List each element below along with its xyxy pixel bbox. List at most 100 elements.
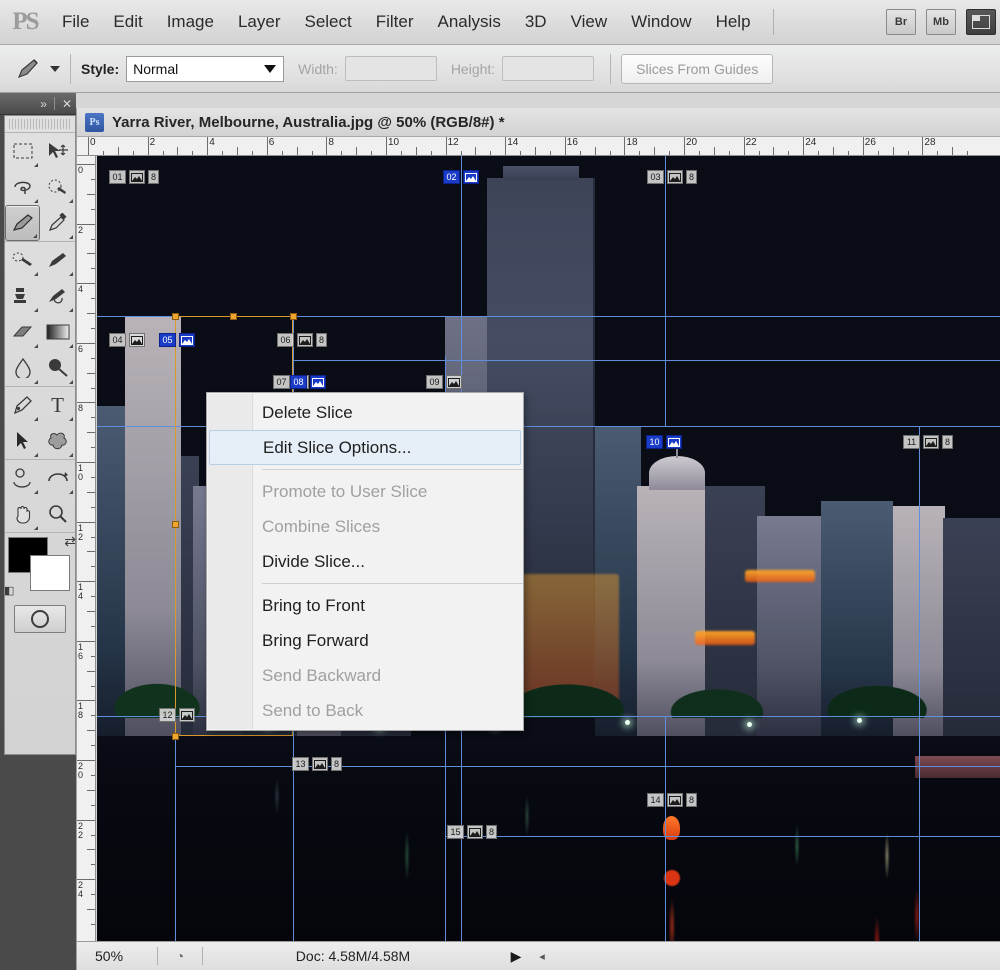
edit-in-quick-mask-mode-button[interactable] [14, 605, 66, 633]
hand-tool[interactable] [5, 496, 40, 532]
lasso-tool[interactable] [5, 169, 40, 205]
collapse-panel-icon[interactable]: » [40, 98, 47, 110]
eyedropper-tool[interactable] [40, 205, 75, 241]
ruler-minor-tick [296, 147, 298, 155]
slice-guide[interactable] [665, 716, 666, 950]
ruler-minor-tick [87, 313, 95, 314]
style-select[interactable]: Normal [126, 55, 285, 82]
menu-select[interactable]: Select [292, 9, 363, 35]
slice-guide[interactable] [665, 156, 666, 426]
slice-badge[interactable]: 10 [646, 435, 682, 449]
menu-edit[interactable]: Edit [101, 9, 154, 35]
slice-guide[interactable] [919, 426, 920, 946]
slice-link-badge: 8 [148, 170, 159, 184]
ruler-minor-tick [91, 536, 95, 538]
clone-stamp-tool[interactable] [5, 278, 40, 314]
tools-panel: » ✕ T ⇄ ◧ [0, 93, 76, 970]
slice-badge[interactable]: 14 8 [647, 793, 697, 807]
slice-guide[interactable] [293, 360, 1000, 361]
custom-shape-tool[interactable] [40, 423, 75, 459]
slice-handle-tl[interactable] [172, 313, 179, 320]
slice-number-badge: 02 [443, 170, 460, 184]
history-brush-tool[interactable] [40, 278, 75, 314]
slice-badge[interactable]: 03 8 [647, 170, 697, 184]
move-tool[interactable] [40, 133, 75, 169]
menu-analysis[interactable]: Analysis [426, 9, 513, 35]
proxy-preview-icon[interactable]: ◔ [158, 948, 202, 964]
menu-filter[interactable]: Filter [364, 9, 426, 35]
height-input[interactable] [502, 56, 595, 81]
horizontal-ruler[interactable]: 0 2 4 6 8 10 12 14 16 18 20 22 24 26 28 [77, 137, 1000, 156]
menu-window[interactable]: Window [619, 9, 703, 35]
slice-badge[interactable]: 15 8 [447, 825, 497, 839]
status-menu-play-icon[interactable]: ▶ [503, 948, 529, 965]
menu-help[interactable]: Help [704, 9, 763, 35]
3d-camera-rotate-tool[interactable] [40, 460, 75, 496]
slices-from-guides-button[interactable]: Slices From Guides [621, 53, 774, 84]
context-menu-item-delete-slice[interactable]: Delete Slice [207, 395, 523, 430]
slice-handle-bl[interactable] [172, 733, 179, 740]
background-color-swatch[interactable] [30, 555, 70, 591]
scroll-left-icon[interactable]: ◂ [529, 950, 555, 963]
document-title-bar[interactable]: Ps Yarra River, Melbourne, Australia.jpg… [77, 108, 1000, 137]
slice-badge[interactable]: 12 [159, 708, 195, 722]
vertical-ruler[interactable]: 0 2 4 6 8 10 12 14 16 18 20 22 24 [77, 156, 96, 950]
slice-badge[interactable]: 08 [290, 375, 326, 389]
slice-badge[interactable]: 09 [426, 375, 462, 389]
healing-brush-tool[interactable] [5, 242, 40, 278]
zoom-tool[interactable] [40, 496, 75, 532]
rectangular-marquee-tool[interactable] [5, 133, 40, 169]
menu-layer[interactable]: Layer [226, 9, 293, 35]
slice-link-badge: 8 [331, 757, 342, 771]
swap-colors-icon[interactable]: ⇄ [64, 533, 76, 550]
tool-row: T [5, 387, 75, 423]
menu-view[interactable]: View [559, 9, 620, 35]
close-icon[interactable]: ✕ [62, 98, 72, 110]
ruler-minor-tick [535, 147, 536, 155]
context-menu-item-divide-slice[interactable]: Divide Slice... [207, 544, 523, 579]
blur-tool[interactable] [5, 350, 40, 386]
eraser-tool[interactable] [5, 314, 40, 350]
slice-guide[interactable] [445, 836, 1000, 837]
lit-facade-shape [745, 570, 815, 582]
panel-drag-handle[interactable] [9, 119, 71, 129]
context-menu-item-bring-forward[interactable]: Bring Forward [207, 623, 523, 658]
path-selection-tool[interactable] [5, 423, 40, 459]
context-menu-item-bring-to-front[interactable]: Bring to Front [207, 588, 523, 623]
tool-preset-chevron-down-icon[interactable] [50, 65, 60, 72]
arrange-documents-icon[interactable] [966, 9, 996, 35]
bridge-shape [915, 756, 1000, 778]
pen-tool[interactable] [5, 387, 40, 423]
menu-image[interactable]: Image [155, 9, 226, 35]
gradient-tool[interactable] [40, 314, 75, 350]
zoom-level-field[interactable]: 50% [77, 942, 157, 970]
menu-file[interactable]: File [50, 9, 101, 35]
slice-image-type-icon [129, 333, 145, 347]
slice-tool-icon[interactable] [8, 52, 48, 86]
mini-bridge-button[interactable]: Mb [926, 9, 956, 35]
ruler-minor-tick [91, 417, 95, 419]
slice-context-menu[interactable]: Delete Slice Edit Slice Options... Promote… [206, 392, 524, 731]
width-input[interactable] [344, 56, 437, 81]
slice-badge[interactable]: 05 [159, 333, 195, 347]
slice-badge[interactable]: 13 8 [292, 757, 342, 771]
slice-badge[interactable]: 04 [109, 333, 145, 347]
ruler-minor-tick [237, 147, 238, 155]
slice-badge[interactable]: 06 8 [277, 333, 327, 347]
context-menu-item-edit-slice-options[interactable]: Edit Slice Options... [209, 430, 521, 465]
slice-badge[interactable]: 11 8 [903, 435, 953, 449]
slice-tool[interactable] [5, 205, 40, 241]
default-colors-icon[interactable]: ◧ [4, 584, 14, 597]
menu-3d[interactable]: 3D [513, 9, 559, 35]
slice-handle-ml[interactable] [172, 521, 179, 528]
dodge-tool[interactable] [40, 350, 75, 386]
3d-object-rotate-tool[interactable] [5, 460, 40, 496]
quick-selection-tool[interactable] [40, 169, 75, 205]
slice-handle-tc[interactable] [230, 313, 237, 320]
slice-badge[interactable]: 02 [443, 170, 479, 184]
slice-handle-tr[interactable] [290, 313, 297, 320]
slice-badge[interactable]: 01 8 [109, 170, 159, 184]
bridge-button[interactable]: Br [886, 9, 916, 35]
brush-tool[interactable] [40, 242, 75, 278]
type-tool[interactable]: T [40, 387, 75, 423]
